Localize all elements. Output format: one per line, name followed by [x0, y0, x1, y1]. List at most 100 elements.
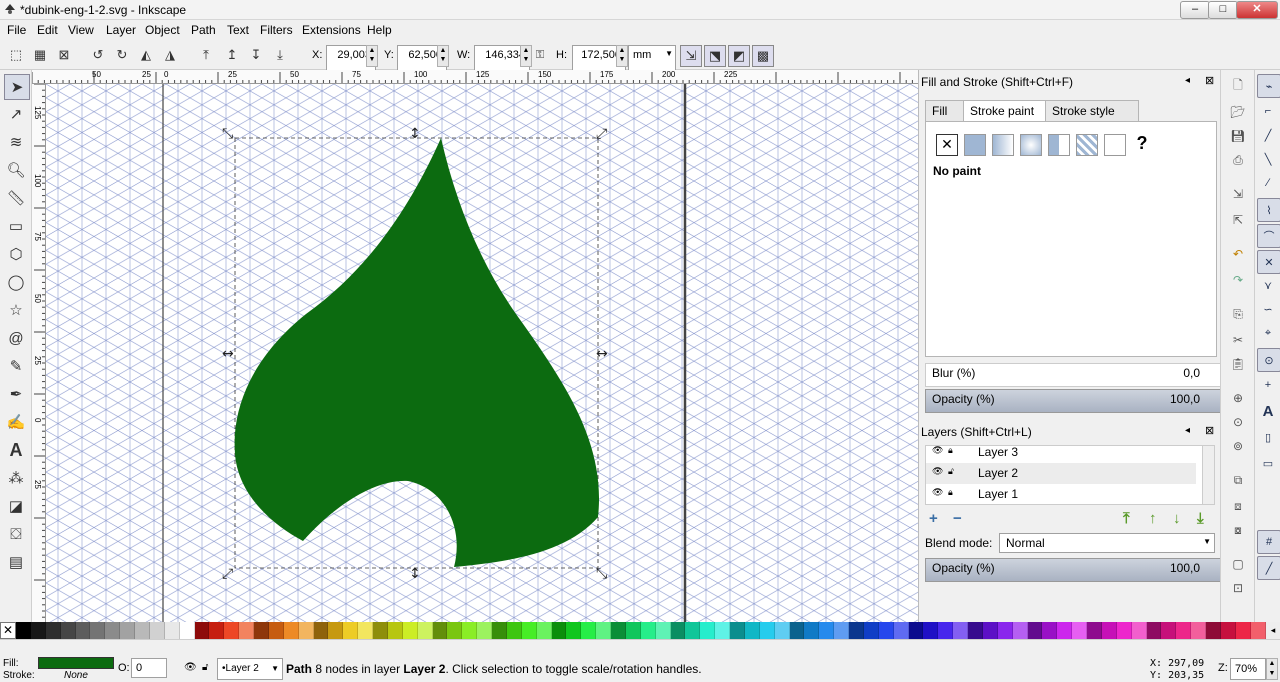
menu-path[interactable]: Path [191, 23, 216, 37]
color-swatch[interactable] [923, 622, 939, 639]
zoom-spin-arrows[interactable]: ▲ ▼ [1266, 658, 1278, 680]
zoom-drawing-icon[interactable]: ⊙ [1228, 412, 1248, 432]
color-swatch[interactable] [1235, 622, 1251, 639]
save-icon[interactable]: 💾︎ [1228, 126, 1248, 146]
tweak-tool-icon[interactable]: ≋ [4, 130, 28, 154]
flip-horizontal-icon[interactable]: ◭ [136, 45, 156, 65]
color-swatch[interactable] [45, 622, 61, 639]
color-swatch[interactable] [849, 622, 864, 639]
transform-gradients-icon[interactable]: ◩ [728, 45, 750, 67]
lock-icon[interactable]: 🔒︎ [948, 487, 953, 498]
color-swatch[interactable] [224, 622, 240, 639]
color-swatch[interactable] [1057, 622, 1073, 639]
maximize-button[interactable]: □ [1208, 1, 1238, 19]
undo-icon[interactable]: ↶ [1228, 244, 1248, 264]
layers-close-icon[interactable]: ⊠ [1205, 424, 1214, 437]
snap-paths-icon[interactable]: ⌒ [1257, 224, 1280, 248]
color-swatch[interactable] [417, 622, 433, 639]
pen-tool-icon[interactable]: ✒ [4, 382, 28, 406]
eraser-tool-icon[interactable]: ◪ [4, 494, 28, 518]
color-swatch[interactable] [194, 622, 210, 639]
color-swatch[interactable] [179, 622, 195, 639]
swatch-button[interactable] [1104, 134, 1126, 156]
color-swatch[interactable] [387, 622, 403, 639]
snap-page-icon[interactable]: ▭ [1257, 452, 1279, 474]
snap-bbox-corner-icon[interactable]: ╲ [1257, 148, 1279, 170]
color-swatch[interactable] [313, 622, 329, 639]
color-swatch[interactable] [358, 622, 373, 639]
lower-to-bottom-icon[interactable]: ⤓ [270, 45, 290, 65]
color-swatch[interactable] [1146, 622, 1162, 639]
color-swatch[interactable] [953, 622, 968, 639]
color-swatch[interactable] [1250, 622, 1266, 639]
layer-opacity-field[interactable]: Opacity (%) 100,0 [925, 558, 1221, 582]
color-swatch[interactable] [239, 622, 254, 639]
no-paint-button[interactable]: ✕ [936, 134, 958, 156]
rotate-ccw-icon[interactable]: ↺ [88, 45, 108, 65]
color-swatch[interactable] [462, 622, 478, 639]
color-swatch[interactable] [447, 622, 463, 639]
layer-to-bottom-icon[interactable]: ⤓ [1197, 510, 1204, 527]
handle-left-icon[interactable]: ↔ [222, 346, 234, 362]
menu-object[interactable]: Object [145, 23, 180, 37]
color-swatch[interactable] [863, 622, 879, 639]
eye-icon[interactable]: 👁︎ [932, 487, 943, 498]
menu-text[interactable]: Text [227, 23, 249, 37]
snap-object-center-icon[interactable]: ⊙ [1257, 348, 1280, 372]
color-swatch[interactable] [402, 622, 418, 639]
color-swatch[interactable] [16, 622, 31, 639]
gradient-tool-icon[interactable]: ▤ [4, 550, 28, 574]
color-swatch[interactable] [1206, 622, 1221, 639]
color-swatch[interactable] [1131, 622, 1147, 639]
lock-icon[interactable]: 🔒︎ [948, 446, 953, 456]
color-swatch[interactable] [254, 622, 269, 639]
color-swatch[interactable] [581, 622, 597, 639]
pencil-tool-icon[interactable]: ✎ [4, 354, 28, 378]
color-swatch[interactable] [477, 622, 492, 639]
dock-collapse-icon[interactable]: ◂ [1185, 75, 1190, 86]
color-swatch[interactable] [149, 622, 165, 639]
cut-icon[interactable]: ✂ [1228, 330, 1248, 350]
node-tool-icon[interactable]: ↗ [4, 102, 28, 126]
snap-intersections-icon[interactable]: ✕ [1257, 250, 1280, 274]
fill-indicator[interactable] [38, 657, 114, 669]
handle-bottom-right-icon[interactable]: ⤡ [596, 566, 607, 582]
color-swatch[interactable] [343, 622, 359, 639]
color-swatch[interactable] [1116, 622, 1132, 639]
star-tool-icon[interactable]: ☆ [4, 298, 28, 322]
layer-visibility-icon[interactable]: 👁︎ [184, 662, 197, 673]
snap-page-border-icon[interactable]: ▯ [1257, 426, 1279, 448]
color-swatch[interactable] [938, 622, 954, 639]
color-swatch[interactable] [492, 622, 507, 639]
layer-row[interactable]: 👁︎ 🔒︎ Layer 3 [926, 446, 1196, 463]
redo-icon[interactable]: ↷ [1228, 270, 1248, 290]
color-swatch[interactable] [1027, 622, 1043, 639]
no-color-swatch-icon[interactable]: ✕ [0, 622, 16, 639]
color-swatch[interactable] [135, 622, 150, 639]
snap-text-baseline-icon[interactable]: A [1257, 400, 1279, 422]
pattern-button[interactable] [1076, 134, 1098, 156]
color-swatch[interactable] [1176, 622, 1192, 639]
snap-midpoint-icon[interactable]: ⌖ [1257, 322, 1279, 344]
new-document-icon[interactable]: 🗋 [1228, 76, 1248, 96]
transform-patterns-icon[interactable]: ▩ [752, 45, 774, 67]
unlink-clone-icon[interactable]: ⧇ [1228, 520, 1248, 540]
snap-bbox-edge-icon[interactable]: ╱ [1257, 124, 1279, 146]
layer-down-icon[interactable]: ↓ [1173, 510, 1181, 527]
flat-color-button[interactable] [964, 134, 986, 156]
snap-rotation-center-icon[interactable]: + [1257, 374, 1279, 396]
h-spin-arrows[interactable]: ▲ ▼ [616, 45, 628, 67]
snap-grid-icon[interactable]: # [1257, 530, 1280, 554]
copy-icon[interactable]: ⎘ [1228, 304, 1248, 324]
lock-ratio-icon[interactable]: ⚿ [530, 45, 550, 65]
layers-scrollbar[interactable] [1202, 446, 1214, 504]
color-swatch[interactable] [685, 622, 701, 639]
snap-nodes-icon[interactable]: ⌇ [1257, 198, 1280, 222]
color-swatch[interactable] [625, 622, 641, 639]
paste-icon[interactable]: 📋︎ [1228, 354, 1248, 374]
menu-help[interactable]: Help [367, 23, 392, 37]
menu-view[interactable]: View [68, 23, 94, 37]
drawing-canvas[interactable]: ⤡ ↕ ⤢ ↔ ↔ ⤢ ↕ ⤡ [46, 84, 918, 622]
palette-menu-icon[interactable]: ◂ [1266, 622, 1280, 639]
color-swatch[interactable] [1012, 622, 1028, 639]
